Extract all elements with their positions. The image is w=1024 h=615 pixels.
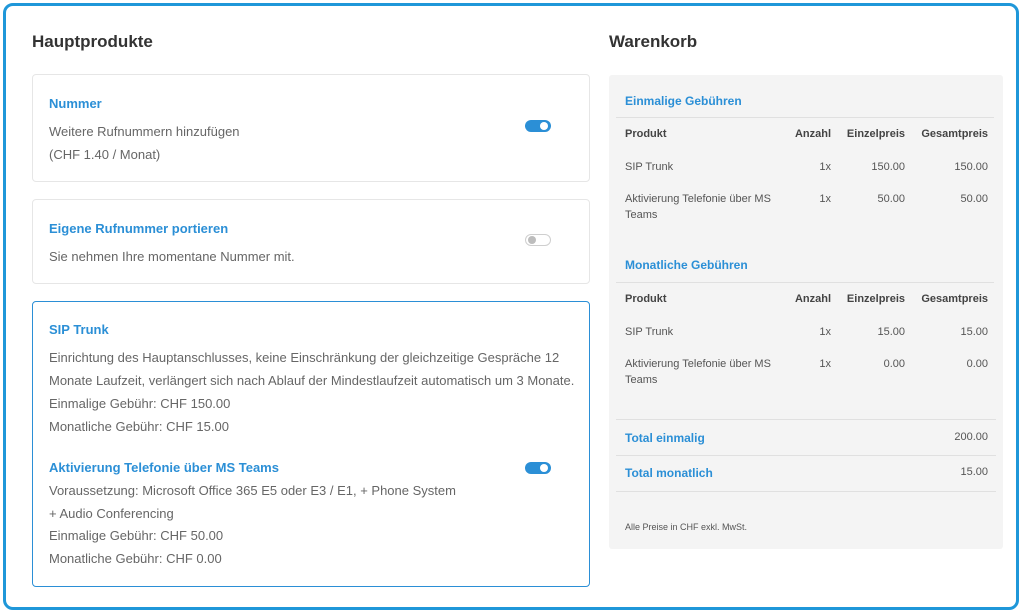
toggle-knob bbox=[540, 122, 548, 130]
card-title: Eigene Rufnummer portieren bbox=[49, 221, 229, 236]
total-onetime-label: Total einmalig bbox=[625, 431, 705, 445]
card-description: Einrichtung des Hauptanschlusses, keine … bbox=[49, 350, 560, 365]
card-title: SIP Trunk bbox=[49, 322, 109, 337]
divider bbox=[616, 491, 996, 492]
nummer-toggle[interactable] bbox=[525, 120, 551, 132]
total-monthly-value: 15.00 bbox=[960, 466, 988, 478]
option-onetime-fee: Einmalige Gebühr: CHF 50.00 bbox=[49, 528, 224, 543]
price-note: Alle Preise in CHF exkl. MwSt. bbox=[625, 522, 748, 532]
card-description: Sie nehmen Ihre momentane Nummer mit. bbox=[49, 249, 295, 264]
option-monthly-fee: Monatliche Gebühr: CHF 0.00 bbox=[49, 551, 222, 566]
product-card-portieren: Eigene Rufnummer portieren Sie nehmen Ih… bbox=[32, 199, 590, 284]
option-description: + Audio Conferencing bbox=[49, 506, 174, 521]
col-header-total: Gesamtpreis bbox=[921, 293, 988, 305]
cart-row-qty: 1x bbox=[819, 161, 831, 173]
cart-row-total: 150.00 bbox=[954, 161, 988, 173]
cart-row-product: SIP Trunk bbox=[625, 161, 674, 173]
card-description: Weitere Rufnummern hinzufügen bbox=[49, 124, 240, 139]
col-header-qty: Anzahl bbox=[794, 293, 831, 305]
cart-row-qty: 1x bbox=[819, 193, 831, 205]
cart-row-total: 0.00 bbox=[966, 358, 988, 370]
cart-row-qty: 1x bbox=[819, 326, 831, 338]
cart-row-product: Aktivierung Telefonie über MS Teams bbox=[625, 358, 771, 386]
cart-row-qty: 1x bbox=[819, 358, 831, 370]
card-description: Monate Laufzeit, verlängert sich nach Ab… bbox=[49, 373, 575, 388]
ms-teams-toggle[interactable] bbox=[525, 462, 551, 474]
col-header-qty: Anzahl bbox=[794, 128, 831, 140]
divider bbox=[616, 282, 994, 283]
app-frame: Hauptprodukte Nummer Weitere Rufnummern … bbox=[3, 3, 1019, 610]
col-header-unit: Einzelpreis bbox=[846, 293, 905, 305]
col-header-unit: Einzelpreis bbox=[846, 128, 905, 140]
toggle-knob bbox=[540, 464, 548, 472]
card-price: (CHF 1.40 / Monat) bbox=[49, 147, 161, 162]
option-description: Voraussetzung: Microsoft Office 365 E5 o… bbox=[49, 483, 456, 498]
cart-row-total: 50.00 bbox=[960, 193, 988, 205]
monthly-fees-title: Monatliche Gebühren bbox=[625, 258, 748, 272]
card-title: Nummer bbox=[49, 96, 102, 111]
option-title: Aktivierung Telefonie über MS Teams bbox=[49, 460, 279, 475]
total-onetime-value: 200.00 bbox=[954, 431, 988, 443]
main-products-title: Hauptprodukte bbox=[32, 32, 153, 51]
cart-row-product: SIP Trunk bbox=[625, 326, 674, 338]
divider bbox=[616, 419, 996, 420]
cart-panel: Einmalige Gebühren Produkt Anzahl Einzel… bbox=[609, 75, 1003, 549]
col-header-product: Produkt bbox=[625, 293, 667, 305]
col-header-total: Gesamtpreis bbox=[921, 128, 988, 140]
card-onetime-fee: Einmalige Gebühr: CHF 150.00 bbox=[49, 396, 231, 411]
cart-row-unit: 0.00 bbox=[883, 358, 905, 370]
cart-row-product: Aktivierung Telefonie über MS Teams bbox=[625, 193, 771, 221]
total-monthly-label: Total monatlich bbox=[625, 466, 713, 480]
card-monthly-fee: Monatliche Gebühr: CHF 15.00 bbox=[49, 419, 229, 434]
toggle-knob bbox=[528, 236, 536, 244]
cart-title: Warenkorb bbox=[609, 32, 698, 51]
divider bbox=[616, 117, 994, 118]
onetime-fees-title: Einmalige Gebühren bbox=[625, 94, 742, 108]
product-card-nummer: Nummer Weitere Rufnummern hinzufügen (CH… bbox=[32, 74, 590, 182]
portieren-toggle[interactable] bbox=[525, 234, 551, 246]
cart-row-unit: 50.00 bbox=[877, 193, 905, 205]
cart-row-total: 15.00 bbox=[960, 326, 988, 338]
divider bbox=[616, 455, 996, 456]
cart-row-unit: 150.00 bbox=[871, 161, 905, 173]
col-header-product: Produkt bbox=[625, 128, 667, 140]
product-card-sip-trunk[interactable]: SIP Trunk Einrichtung des Hauptanschluss… bbox=[32, 301, 590, 587]
cart-row-unit: 15.00 bbox=[877, 326, 905, 338]
